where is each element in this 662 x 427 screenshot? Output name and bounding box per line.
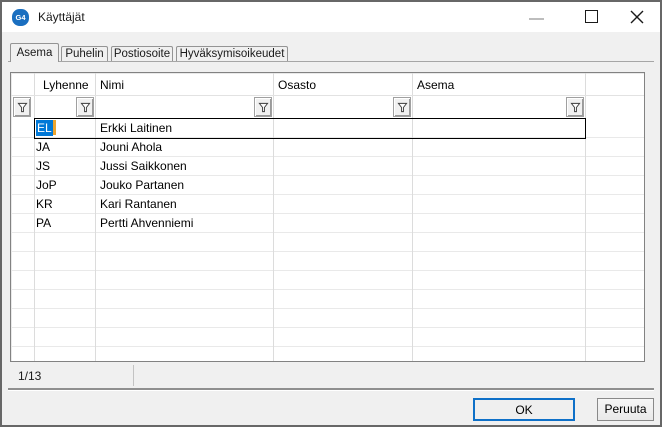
tab-asema[interactable]: Asema: [10, 43, 59, 62]
tab-postiosoite[interactable]: Postiosoite: [111, 46, 173, 61]
cell-lyhenne[interactable]: EL: [34, 118, 95, 138]
selected-cell-text[interactable]: EL: [36, 120, 53, 136]
cell-nimi[interactable]: Jussi Saikkonen: [95, 157, 273, 176]
cell-asema[interactable]: [412, 214, 585, 233]
table-row[interactable]: PA Pertti Ahvenniemi: [34, 214, 585, 233]
column-header-asema[interactable]: Asema: [417, 75, 454, 95]
table-row[interactable]: JA Jouni Ahola: [34, 138, 585, 157]
cell-nimi[interactable]: Jouko Partanen: [95, 176, 273, 195]
close-icon[interactable]: [628, 8, 646, 26]
column-header-lyhenne[interactable]: Lyhenne: [43, 75, 89, 95]
cell-osasto[interactable]: [273, 195, 412, 214]
tab-strip-baseline: [8, 61, 654, 62]
tab-puhelin[interactable]: Puhelin: [61, 46, 108, 61]
funnel-filter-icon: [258, 102, 269, 113]
record-counter: 1/13: [18, 366, 41, 386]
grid-vline: [585, 73, 586, 361]
filter-button-rowheader[interactable]: [13, 97, 31, 117]
cell-nimi[interactable]: Pertti Ahvenniemi: [95, 214, 273, 233]
users-grid[interactable]: Lyhenne Nimi Osasto Asema EL Erkki Laiti…: [10, 72, 645, 362]
cell-lyhenne[interactable]: JoP: [34, 176, 95, 195]
ok-button[interactable]: OK: [473, 398, 575, 421]
text-caret: [53, 120, 56, 135]
funnel-filter-icon: [80, 102, 91, 113]
cell-nimi[interactable]: Erkki Laitinen: [95, 118, 273, 138]
cell-nimi[interactable]: Kari Rantanen: [95, 195, 273, 214]
table-row[interactable]: JoP Jouko Partanen: [34, 176, 585, 195]
cell-osasto[interactable]: [273, 176, 412, 195]
column-header-osasto[interactable]: Osasto: [278, 75, 316, 95]
statusbar-divider: [133, 365, 134, 386]
cell-lyhenne[interactable]: JS: [34, 157, 95, 176]
cell-asema[interactable]: [412, 195, 585, 214]
minimize-button-icon[interactable]: [529, 18, 544, 20]
filter-button-asema[interactable]: [566, 97, 584, 117]
filter-button-osasto[interactable]: [393, 97, 411, 117]
table-row[interactable]: KR Kari Rantanen: [34, 195, 585, 214]
cell-lyhenne[interactable]: KR: [34, 195, 95, 214]
cell-lyhenne[interactable]: PA: [34, 214, 95, 233]
cell-lyhenne[interactable]: JA: [34, 138, 95, 157]
cell-asema[interactable]: [412, 138, 585, 157]
footer-separator: [8, 388, 654, 391]
header-separator: [11, 95, 644, 96]
cancel-button[interactable]: Peruuta: [597, 398, 654, 421]
cell-osasto[interactable]: [273, 138, 412, 157]
tab-hyvaksymisoikeudet[interactable]: Hyväksymisoikeudet: [176, 46, 288, 61]
cell-nimi[interactable]: Jouni Ahola: [95, 138, 273, 157]
users-dialog: G4 Käyttäjät Asema Puhelin Postiosoite H…: [0, 0, 662, 427]
table-row[interactable]: JS Jussi Saikkonen: [34, 157, 585, 176]
cell-asema[interactable]: [412, 157, 585, 176]
window-title: Käyttäjät: [38, 2, 85, 32]
cell-asema[interactable]: [412, 176, 585, 195]
app-icon: G4: [12, 9, 29, 26]
cell-asema[interactable]: [412, 118, 585, 138]
column-header-nimi[interactable]: Nimi: [100, 75, 124, 95]
maximize-button-icon[interactable]: [585, 10, 598, 23]
funnel-filter-icon: [397, 102, 408, 113]
funnel-filter-icon: [17, 102, 28, 113]
cell-osasto[interactable]: [273, 214, 412, 233]
funnel-filter-icon: [570, 102, 581, 113]
filter-button-nimi[interactable]: [254, 97, 272, 117]
filter-button-lyhenne[interactable]: [76, 97, 94, 117]
cell-osasto[interactable]: [273, 118, 412, 138]
table-row[interactable]: EL Erkki Laitinen: [34, 118, 585, 138]
cell-osasto[interactable]: [273, 157, 412, 176]
title-bar[interactable]: G4 Käyttäjät: [2, 2, 660, 32]
